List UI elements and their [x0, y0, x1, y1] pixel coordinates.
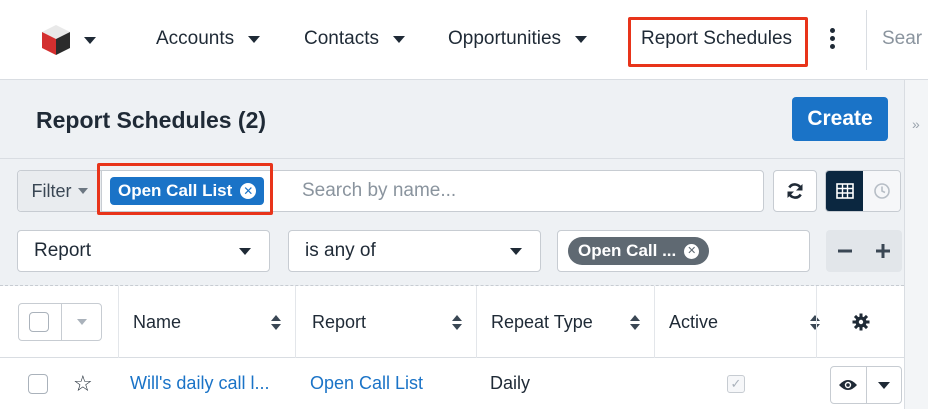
chevron-down-icon — [575, 35, 588, 43]
filter-dropdown-label: Filter — [31, 180, 72, 201]
page-title: Report Schedules (2) — [36, 107, 267, 133]
filter-criteria-row: Report is any of Open Call ... ✕ — [0, 220, 904, 286]
row-controls — [826, 230, 902, 272]
nav-item-accounts[interactable]: Accounts — [156, 28, 261, 50]
preview-button[interactable] — [831, 367, 866, 403]
list-view-button[interactable] — [826, 171, 863, 211]
mass-select-dropdown[interactable] — [61, 304, 102, 340]
column-header-repeat-type[interactable]: Repeat Type — [476, 286, 654, 358]
close-circle-icon[interactable]: ✕ — [684, 243, 700, 259]
column-header-label: Name — [133, 311, 182, 332]
nav-item-opportunities[interactable]: Opportunities — [448, 28, 588, 50]
refresh-icon — [787, 183, 803, 199]
divider — [866, 10, 867, 70]
value-pill-label: Open Call ... — [578, 241, 677, 260]
plus-icon — [876, 244, 890, 258]
global-search-input[interactable]: Sear — [882, 28, 928, 50]
gear-icon — [852, 313, 869, 331]
column-header-active[interactable]: Active — [654, 286, 820, 358]
nav-item-label: Opportunities — [448, 28, 562, 49]
nav-item-contacts[interactable]: Contacts — [304, 28, 405, 50]
row-actions — [830, 366, 902, 404]
select-all-checkbox[interactable] — [29, 312, 49, 332]
highlight-box — [628, 17, 808, 67]
kebab-icon[interactable] — [830, 28, 836, 52]
chevron-down-icon — [877, 381, 890, 389]
sort-icon — [452, 315, 462, 331]
row-checkbox[interactable] — [28, 373, 48, 394]
logo-menu[interactable] — [40, 22, 96, 58]
operator-select[interactable]: is any of — [288, 230, 541, 272]
report-link[interactable]: Open Call List — [310, 358, 470, 409]
cube-logo-icon — [42, 25, 70, 55]
column-settings[interactable] — [816, 286, 904, 358]
table-icon — [835, 183, 854, 199]
record-name-link[interactable]: Will's daily call l... — [130, 358, 290, 409]
table-header: Name Report Repeat Type Active — [0, 286, 904, 358]
active-checkbox: ✓ — [727, 374, 745, 393]
star-icon[interactable]: ☆ — [73, 358, 93, 409]
chevron-down-icon — [510, 247, 522, 255]
mass-select[interactable] — [18, 303, 102, 341]
view-toggle — [825, 170, 901, 212]
remove-row-button[interactable] — [826, 230, 864, 272]
sidebar-toggle[interactable]: » — [904, 80, 928, 409]
add-row-button[interactable] — [864, 230, 902, 272]
column-header-label: Repeat Type — [491, 311, 593, 332]
chevron-down-icon — [239, 247, 251, 255]
column-header-name[interactable]: Name — [118, 286, 295, 358]
chevron-down-icon — [84, 36, 96, 44]
column-header-label: Report — [312, 311, 367, 332]
sort-icon — [271, 315, 281, 331]
field-select-value: Report — [34, 240, 92, 261]
chevron-down-icon — [77, 188, 88, 194]
chevron-down-icon — [248, 35, 261, 43]
list-header: Report Schedules (2) Create — [0, 80, 904, 159]
minus-icon — [838, 249, 852, 253]
nav-item-label: Contacts — [304, 28, 379, 49]
column-header-report[interactable]: Report — [295, 286, 476, 358]
search-input[interactable] — [288, 171, 758, 211]
top-navigation: Accounts Contacts Opportunities Report S… — [0, 0, 928, 80]
clock-icon — [873, 183, 890, 199]
filter-dropdown[interactable]: Filter — [18, 171, 102, 211]
repeat-type-cell: Daily — [490, 373, 531, 393]
create-button[interactable]: Create — [792, 97, 888, 141]
operator-select-value: is any of — [305, 240, 376, 261]
active-cell: ✓ — [727, 358, 745, 409]
row-select[interactable] — [28, 358, 48, 409]
activity-view-button[interactable] — [863, 171, 900, 211]
row-actions-dropdown[interactable] — [865, 367, 901, 403]
double-chevron-right-icon: » — [912, 116, 920, 132]
value-input[interactable]: Open Call ... ✕ — [557, 230, 810, 272]
table-row: ☆ Will's daily call l... Open Call List … — [0, 358, 904, 409]
nav-item-label: Accounts — [156, 28, 235, 49]
chevron-down-icon — [77, 319, 87, 325]
field-select[interactable]: Report — [17, 230, 270, 272]
chevron-down-icon — [392, 35, 405, 43]
highlight-box — [97, 163, 273, 215]
refresh-button[interactable] — [773, 170, 817, 212]
value-pill[interactable]: Open Call ... ✕ — [568, 237, 710, 265]
eye-icon — [839, 380, 858, 390]
column-header-label: Active — [669, 311, 719, 332]
sort-icon — [630, 315, 640, 331]
